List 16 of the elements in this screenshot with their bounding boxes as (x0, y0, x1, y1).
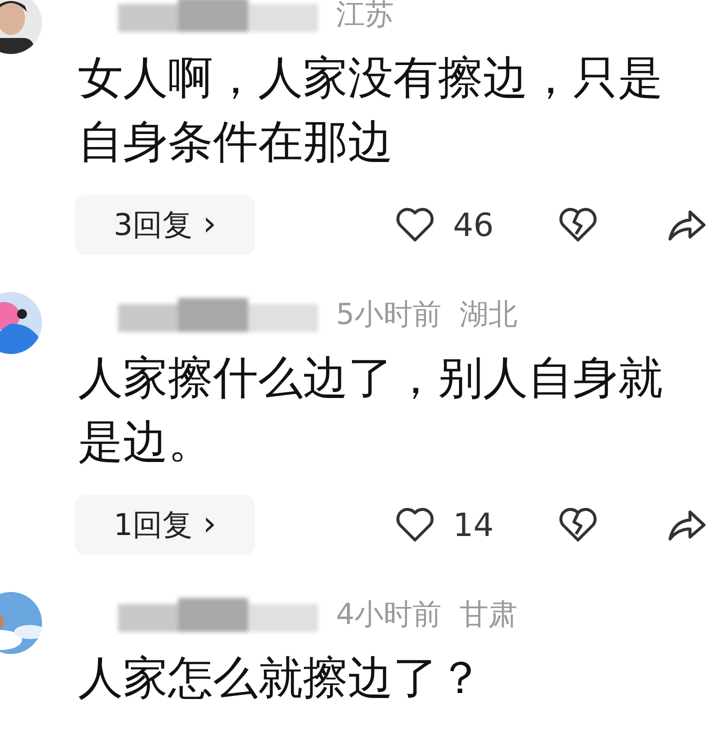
comment-location: 湖北 (459, 296, 518, 333)
heart-icon[interactable] (395, 507, 435, 543)
replies-button[interactable]: 3回复 › (75, 195, 255, 255)
comment-location: 甘肃 (459, 596, 518, 633)
replies-button[interactable]: 1回复 › (75, 495, 255, 555)
comment-text: 人家擦什么边了，别人自身就是边。 (78, 350, 664, 470)
comment-time: 5小时前 (336, 296, 442, 333)
broken-heart-icon[interactable] (558, 207, 598, 243)
broken-heart-icon[interactable] (558, 507, 598, 543)
like-count: 14 (453, 506, 495, 544)
comment-location: 江苏 (336, 0, 394, 33)
comment-text: 人家怎么就擦边了？ (78, 650, 484, 706)
comment-time: 4小时前 (336, 596, 442, 633)
heart-icon[interactable] (395, 207, 435, 243)
like-count: 46 (453, 206, 495, 244)
comment-text: 女人啊，人家没有擦边，只是自身条件在那边 (78, 50, 664, 170)
